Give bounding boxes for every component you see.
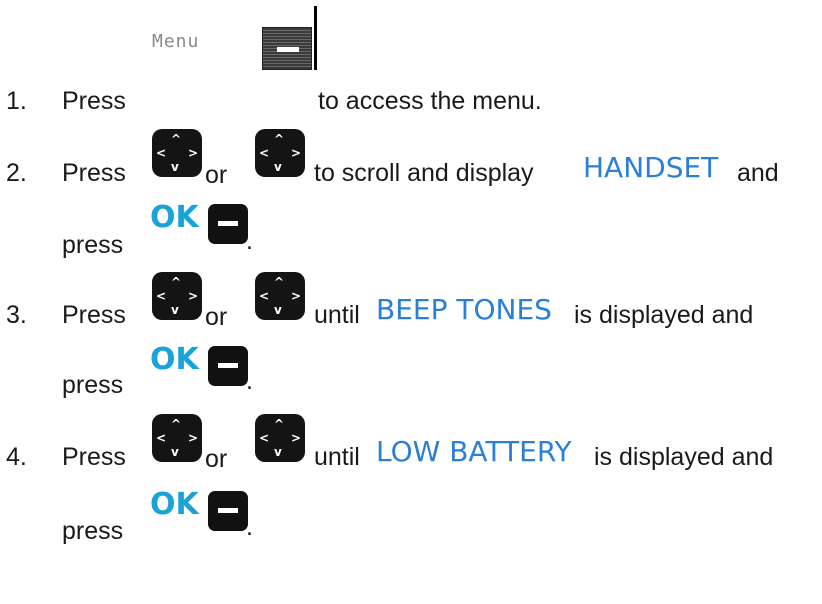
display-text: LOW BATTERY — [376, 435, 572, 468]
step-text: or — [205, 303, 228, 331]
menu-softkey-icon — [262, 27, 312, 70]
step-3: ^ v < > ^ v < > 3. Press or until BEEP TONES i… — [0, 252, 822, 399]
ok-softkey-label: OK — [150, 200, 199, 235]
step-text: . — [246, 513, 253, 541]
step-number: 4. — [6, 443, 27, 471]
step-text: is displayed and — [594, 443, 774, 471]
menu-softkey-label: Menu — [152, 31, 200, 52]
navigation-key-icon: ^ v < > — [255, 129, 305, 177]
step-text: Press — [62, 301, 126, 329]
step-text: press — [62, 517, 124, 545]
ok-softkey-icon — [208, 346, 248, 386]
navigation-key-icon: ^ v < > — [152, 129, 202, 177]
step-4: ^ v < > ^ v < > 4. Press or until LOW BATTERY … — [0, 392, 822, 604]
ok-softkey-icon — [208, 204, 248, 244]
ok-softkey-label: OK — [150, 342, 199, 377]
step-text: to scroll and display — [314, 159, 534, 187]
step-number: 2. — [6, 159, 27, 187]
display-text: BEEP TONES — [376, 293, 552, 326]
navigation-key-icon: ^ v < > — [255, 414, 305, 462]
navigation-key-icon: ^ v < > — [255, 272, 305, 320]
text-cursor-bar — [314, 6, 317, 70]
step-text: and — [737, 159, 779, 187]
display-text: HANDSET — [583, 151, 719, 184]
navigation-key-icon: ^ v < > — [152, 272, 202, 320]
ok-softkey-label: OK — [150, 487, 199, 522]
step-text: or — [205, 445, 228, 473]
step-text: or — [205, 161, 228, 189]
ok-softkey-icon — [208, 491, 248, 531]
step-2: ^ v < > ^ v < > 2. Press or to scroll and disp… — [0, 110, 822, 259]
step-text: is displayed and — [574, 301, 754, 329]
navigation-key-icon: ^ v < > — [152, 414, 202, 462]
step-text: until — [314, 301, 360, 329]
step-text: until — [314, 443, 360, 471]
step-number: 3. — [6, 301, 27, 329]
step-1: Menu 1. Press to access the menu. — [0, 0, 822, 115]
step-text: Press — [62, 443, 126, 471]
step-text: Press — [62, 159, 126, 187]
